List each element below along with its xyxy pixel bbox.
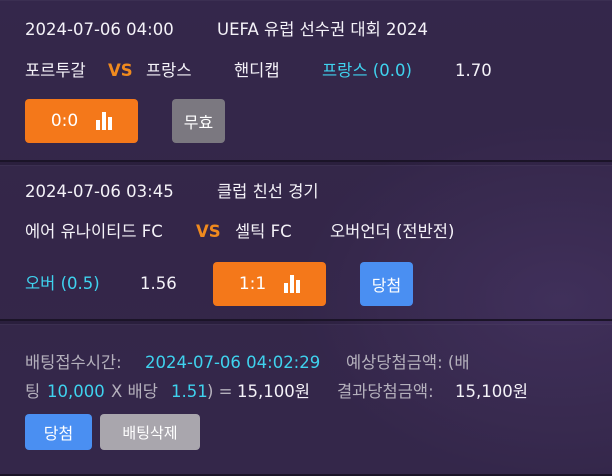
bet-card-1: 2024-07-06 04:00 UEFA 유럽 선수권 대회 2024 포르투… bbox=[0, 0, 612, 162]
score-value: 0:0 bbox=[50, 111, 79, 131]
result-win-label: 결과당첨금액: bbox=[337, 382, 434, 401]
score-value: 1:1 bbox=[238, 274, 267, 294]
market-type: 핸디캡 bbox=[234, 61, 280, 80]
bet-time-value: 2024-07-06 04:02:29 bbox=[145, 353, 321, 372]
equals-sign: ) = bbox=[207, 382, 233, 401]
home-team: 에어 유나이티드 FC bbox=[25, 222, 163, 241]
score-button[interactable]: 0:0 bbox=[25, 99, 138, 143]
win-status-button[interactable]: 당첨 bbox=[25, 414, 92, 450]
bet-odds: 1.56 bbox=[140, 274, 177, 293]
bet-odds: 1.70 bbox=[455, 61, 492, 80]
bar-chart-icon bbox=[284, 275, 301, 293]
result-win-amount: 15,100원 bbox=[455, 382, 528, 401]
stake-amount: 10,000 bbox=[47, 382, 105, 401]
total-odds: 1.51 bbox=[171, 382, 208, 401]
odds-label: X 배당 bbox=[111, 382, 158, 401]
score-button[interactable]: 1:1 bbox=[213, 262, 326, 306]
bet-datetime: 2024-07-06 04:00 bbox=[25, 20, 174, 39]
bet-summary-card: 배팅접수시간: 2024-07-06 04:02:29 예상당첨금액: (배 팅… bbox=[0, 324, 612, 476]
home-team: 포르투갈 bbox=[25, 61, 86, 80]
void-status-button[interactable]: 무효 bbox=[172, 99, 225, 143]
status-label: 당첨 bbox=[43, 424, 74, 443]
vs-label: VS bbox=[196, 222, 221, 241]
bet-datetime: 2024-07-06 03:45 bbox=[25, 182, 174, 201]
bet-time-label: 배팅접수시간: bbox=[25, 353, 122, 372]
bar-chart-icon bbox=[96, 112, 113, 130]
market-type: 오버언더 (전반전) bbox=[330, 222, 455, 241]
expected-win-label: 예상당첨금액: (배 bbox=[346, 353, 470, 372]
vs-label: VS bbox=[108, 61, 133, 80]
bet-card-2: 2024-07-06 03:45 클럽 친선 경기 에어 유나이티드 FC VS… bbox=[0, 165, 612, 321]
league-name: UEFA 유럽 선수권 대회 2024 bbox=[217, 20, 428, 39]
delete-bet-button[interactable]: 배팅삭제 bbox=[100, 414, 200, 450]
league-name: 클럽 친선 경기 bbox=[217, 182, 319, 201]
bet-pick: 프랑스 (0.0) bbox=[322, 61, 412, 80]
status-label: 당첨 bbox=[371, 276, 402, 295]
win-status-button[interactable]: 당첨 bbox=[360, 262, 413, 306]
away-team: 셀틱 FC bbox=[235, 222, 292, 241]
away-team: 프랑스 bbox=[146, 61, 192, 80]
delete-label: 배팅삭제 bbox=[122, 423, 178, 442]
status-label: 무효 bbox=[183, 113, 214, 132]
bet-pick: 오버 (0.5) bbox=[25, 274, 100, 293]
stake-prefix: 팅 bbox=[25, 382, 41, 401]
expected-win-amount: 15,100원 bbox=[237, 382, 310, 401]
